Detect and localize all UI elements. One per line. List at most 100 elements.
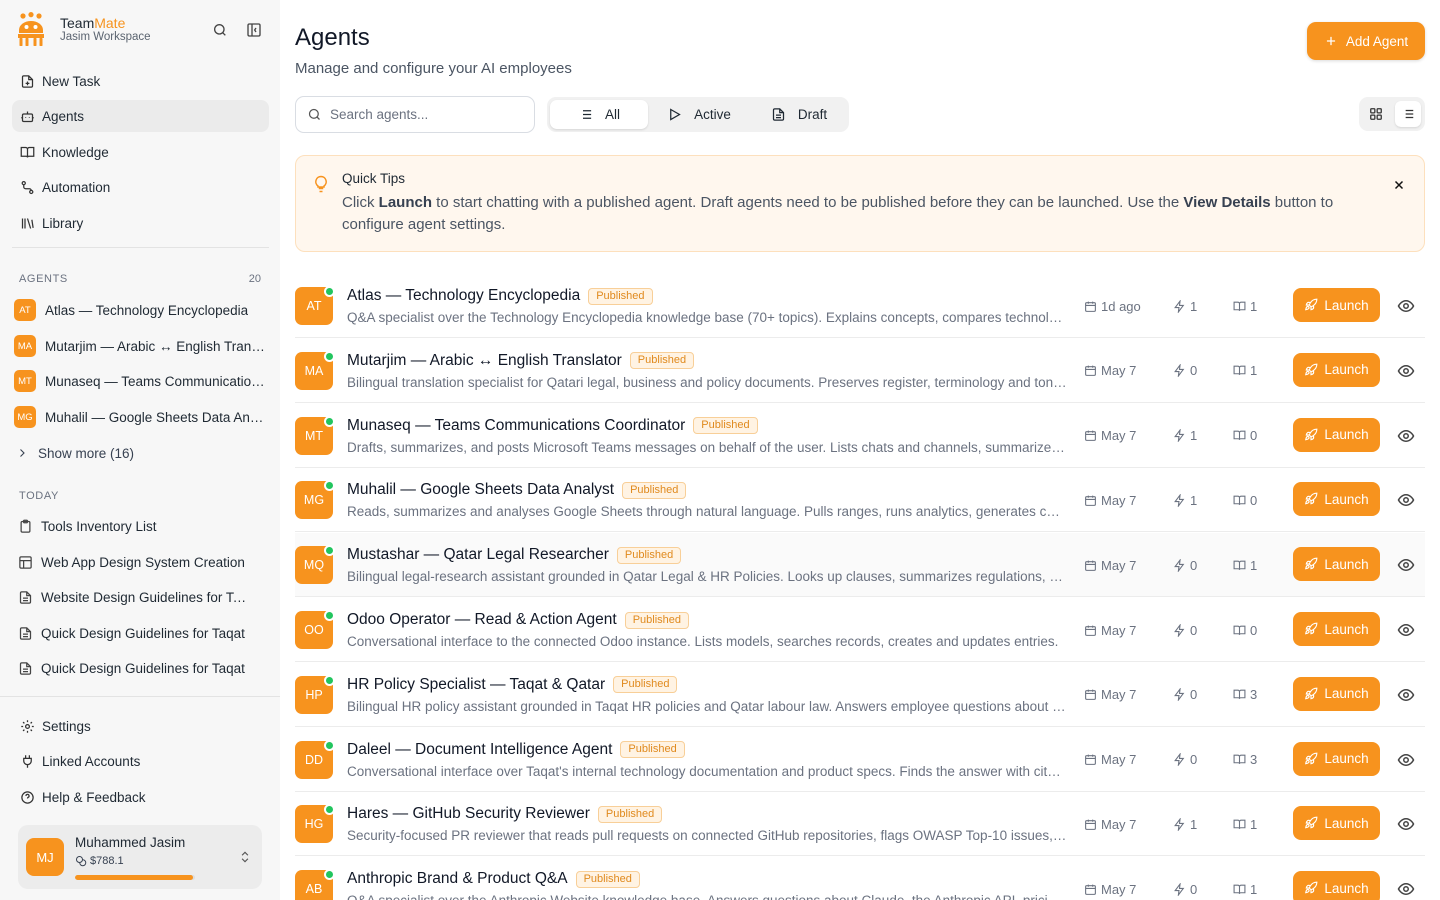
status-badge: Published — [616, 546, 682, 564]
launch-button[interactable]: Launch — [1293, 482, 1380, 517]
book-open-icon — [1233, 365, 1246, 376]
view-details-button[interactable] — [1397, 362, 1415, 380]
nav-automation[interactable]: Automation — [12, 171, 269, 203]
tools-count-text: 0 — [1190, 622, 1198, 638]
agent-row[interactable]: MQ Mustashar — Qatar Legal Researcher Pub… — [295, 533, 1425, 598]
tools-count: 0 — [1173, 557, 1197, 573]
plus-icon — [1326, 36, 1335, 46]
nav-help-feedback[interactable]: Help & Feedback — [12, 781, 269, 813]
close-tips-button[interactable] — [1388, 174, 1410, 196]
add-agent-button[interactable]: Add Agent — [1307, 22, 1425, 60]
nav-new-task[interactable]: New Task — [12, 65, 269, 97]
agent-row[interactable]: AT Atlas — Technology Encyclopedia Publis… — [295, 274, 1425, 338]
view-details-button[interactable] — [1397, 427, 1415, 445]
view-details-button[interactable] — [1397, 815, 1415, 833]
search-button[interactable] — [210, 20, 230, 40]
nav-agents[interactable]: Agents — [12, 100, 269, 132]
agent-avatar: MG — [14, 406, 36, 428]
view-details-button[interactable] — [1397, 621, 1415, 639]
user-card[interactable]: MJ Muhammed Jasim $788.1 — [18, 825, 262, 889]
agent-name[interactable]: Daleel — Document Intelligence Agent Publ… — [347, 741, 685, 759]
usage-bar — [75, 875, 195, 880]
launch-button[interactable]: Launch — [1293, 352, 1380, 387]
agent-name-text: Atlas — Technology Encyclopedia — [347, 287, 581, 304]
launch-button[interactable]: Launch — [1293, 417, 1380, 452]
launch-button[interactable]: Launch — [1293, 741, 1380, 776]
agent-description: Bilingual translation specialist for Qat… — [347, 374, 1067, 390]
agent-name[interactable]: Munaseq — Teams Communications Coordinat… — [347, 417, 758, 435]
online-status-dot — [324, 674, 335, 686]
nav-linked-accounts[interactable]: Linked Accounts — [12, 745, 269, 777]
book-open-icon — [1233, 754, 1246, 765]
agent-name[interactable]: Anthropic Brand & Product Q&A Published — [347, 870, 640, 888]
agent-name[interactable]: HR Policy Specialist — Taqat & Qatar Publ… — [347, 676, 678, 694]
knowledge-count: 3 — [1233, 687, 1257, 703]
agent-name-text: Mutarjim — Arabic ↔ English Translator — [347, 351, 622, 369]
agent-name[interactable]: Mutarjim — Arabic ↔ English Translator Pu… — [347, 351, 695, 370]
launch-button[interactable]: Launch — [1293, 871, 1380, 900]
launch-button[interactable]: Launch — [1293, 612, 1380, 646]
agent-name[interactable]: Mustashar — Qatar Legal Researcher Publis… — [347, 546, 682, 564]
launch-label: Launch — [1324, 621, 1369, 637]
launch-button[interactable]: Launch — [1293, 547, 1380, 582]
status-badge: Published — [622, 481, 687, 499]
nav-knowledge[interactable]: Knowledge — [12, 136, 269, 168]
rocket-icon — [1305, 557, 1318, 570]
list-view-button[interactable] — [1395, 101, 1421, 127]
updated-date: May 7 — [1084, 687, 1136, 703]
agent-name[interactable]: Hares — GitHub Security Reviewer Publishe… — [347, 805, 663, 823]
toggle-sidebar-button[interactable] — [244, 20, 264, 40]
sidebar-agent-item[interactable]: AT Atlas — Technology Encyclopedia — [14, 296, 266, 324]
agent-name-text: Odoo Operator — Read & Action Agent — [347, 611, 617, 628]
nav-label: New Task — [42, 73, 101, 89]
agent-row[interactable]: HG Hares — GitHub Security Reviewer Publi… — [295, 792, 1425, 857]
teammate-logo-icon — [18, 12, 44, 46]
agent-name[interactable]: Muhalil — Google Sheets Data Analyst Publ… — [347, 481, 687, 499]
book-open-icon — [1233, 819, 1246, 829]
task-label: Quick Design Guidelines for Taqat — [41, 625, 245, 641]
view-details-button[interactable] — [1397, 751, 1415, 769]
recent-task-item[interactable]: Web App Design System Creation — [12, 547, 252, 577]
agent-row[interactable]: MT Munaseq — Teams Communications Coordi… — [295, 404, 1425, 468]
book-open-icon — [1233, 430, 1246, 441]
recent-task-item[interactable]: Quick Design Guidelines for Taqat — [12, 653, 252, 683]
agent-row[interactable]: MG Muhalil — Google Sheets Data Analyst P… — [295, 468, 1425, 533]
sidebar-agent-item[interactable]: MA Mutarjim — Arabic ↔ English Translato… — [14, 332, 266, 360]
online-status-dot — [324, 545, 335, 557]
knowledge-count-text: 0 — [1250, 492, 1258, 508]
calendar-icon — [1085, 884, 1096, 895]
show-more-agents[interactable]: Show more (16) — [16, 441, 134, 465]
nav-settings[interactable]: Settings — [12, 710, 269, 742]
show-more-label: Show more (16) — [38, 445, 135, 461]
nav-library[interactable]: Library — [12, 207, 269, 239]
sidebar-agent-item[interactable]: MG Muhalil — Google Sheets Data Analyst — [14, 403, 266, 431]
search-input[interactable] — [330, 107, 510, 122]
recent-task-item[interactable]: Website Design Guidelines for Taqat — [12, 582, 252, 612]
agent-row[interactable]: AB Anthropic Brand & Product Q&A Publishe… — [295, 857, 1425, 900]
view-details-button[interactable] — [1397, 297, 1415, 315]
agent-avatar: MA — [14, 335, 36, 357]
agent-row[interactable]: DD Daleel — Document Intelligence Agent P… — [295, 728, 1425, 792]
agent-row[interactable]: OO Odoo Operator — Read & Action Agent Pu… — [295, 598, 1425, 662]
view-details-button[interactable] — [1397, 556, 1415, 574]
filter-draft[interactable]: Draft — [753, 100, 845, 129]
filter-all[interactable]: All — [550, 100, 648, 129]
view-details-button[interactable] — [1397, 686, 1415, 704]
tools-count: 1 — [1173, 428, 1197, 444]
sidebar-agent-item[interactable]: MT Munaseq — Teams Communications Coordi… — [14, 367, 266, 395]
view-details-button[interactable] — [1397, 491, 1415, 509]
agent-name[interactable]: Odoo Operator — Read & Action Agent Publi… — [347, 611, 690, 629]
launch-button[interactable]: Launch — [1293, 806, 1380, 841]
recent-task-item[interactable]: Quick Design Guidelines for Taqat — [12, 618, 252, 648]
agent-row[interactable]: HP HR Policy Specialist — Taqat & Qatar P… — [295, 663, 1425, 727]
launch-button[interactable]: Launch — [1293, 676, 1380, 711]
grid-view-button[interactable] — [1363, 101, 1389, 127]
agent-row[interactable]: MA Mutarjim — Arabic ↔ English Translato… — [295, 339, 1425, 403]
date-text: May 7 — [1101, 492, 1137, 508]
lightbulb-icon — [315, 175, 327, 193]
launch-button[interactable]: Launch — [1293, 288, 1380, 322]
recent-task-item[interactable]: Tools Inventory List — [12, 511, 252, 541]
view-details-button[interactable] — [1397, 880, 1415, 898]
agent-name[interactable]: Atlas — Technology Encyclopedia Published — [347, 287, 653, 305]
filter-active[interactable]: Active — [653, 100, 745, 129]
